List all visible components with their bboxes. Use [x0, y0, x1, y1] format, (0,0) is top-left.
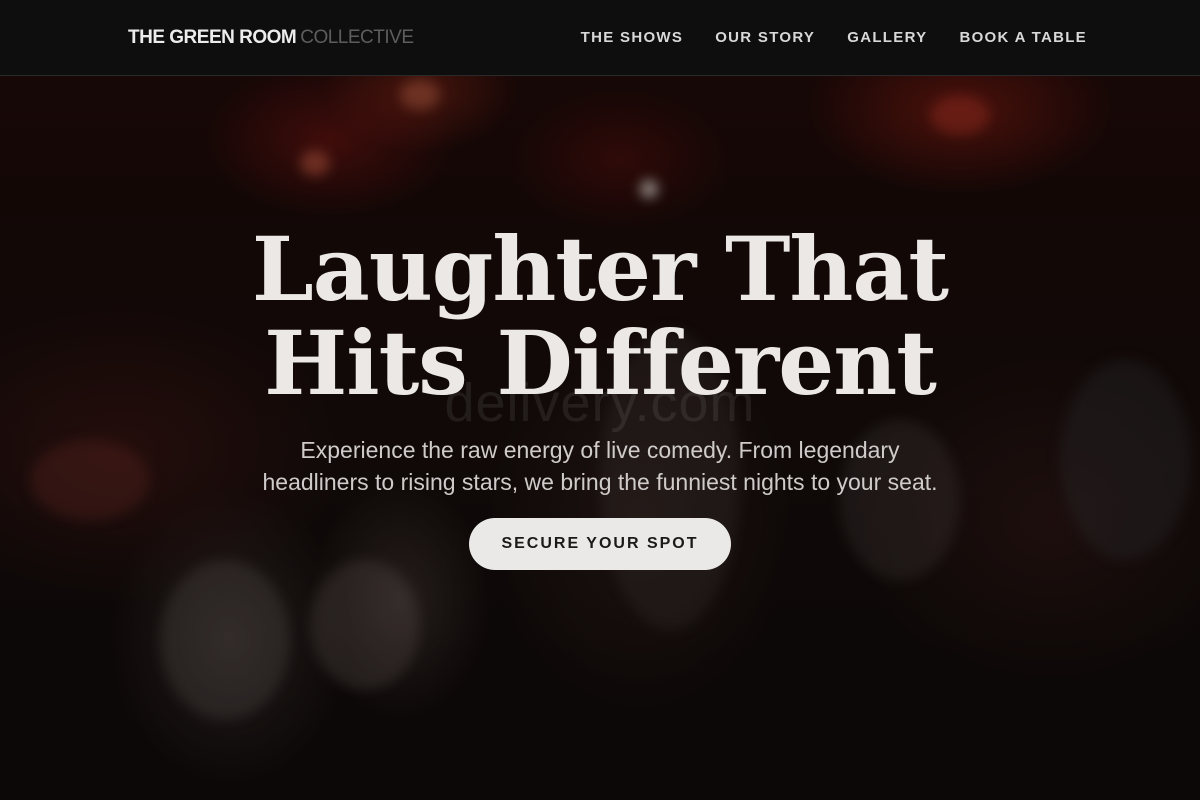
- nav-link-book-a-table[interactable]: BOOK A TABLE: [959, 28, 1087, 48]
- nav-link-gallery[interactable]: GALLERY: [847, 28, 927, 48]
- hero-subtitle: Experience the raw energy of live comedy…: [262, 437, 938, 495]
- landing-page: delivery.com THE GREEN ROOM COLLECTIVE TH…: [0, 0, 1200, 800]
- main-nav: THE SHOWS OUR STORY GALLERY BOOK A TABLE: [581, 28, 1087, 48]
- site-logo[interactable]: THE GREEN ROOM COLLECTIVE: [128, 27, 414, 49]
- nav-link-our-story[interactable]: OUR STORY: [715, 28, 815, 48]
- nav-link-the-shows[interactable]: THE SHOWS: [581, 28, 684, 48]
- site-header: THE GREEN ROOM COLLECTIVE THE SHOWS OUR S…: [0, 0, 1200, 76]
- secure-your-spot-button[interactable]: SECURE YOUR SPOT: [469, 518, 731, 570]
- logo-sub-text: COLLECTIVE: [300, 27, 414, 48]
- hero-title: Laughter That Hits Different: [251, 217, 949, 415]
- hero-section: Laughter That Hits Different Experience …: [0, 222, 1200, 570]
- logo-main-text: THE GREEN ROOM: [128, 27, 297, 48]
